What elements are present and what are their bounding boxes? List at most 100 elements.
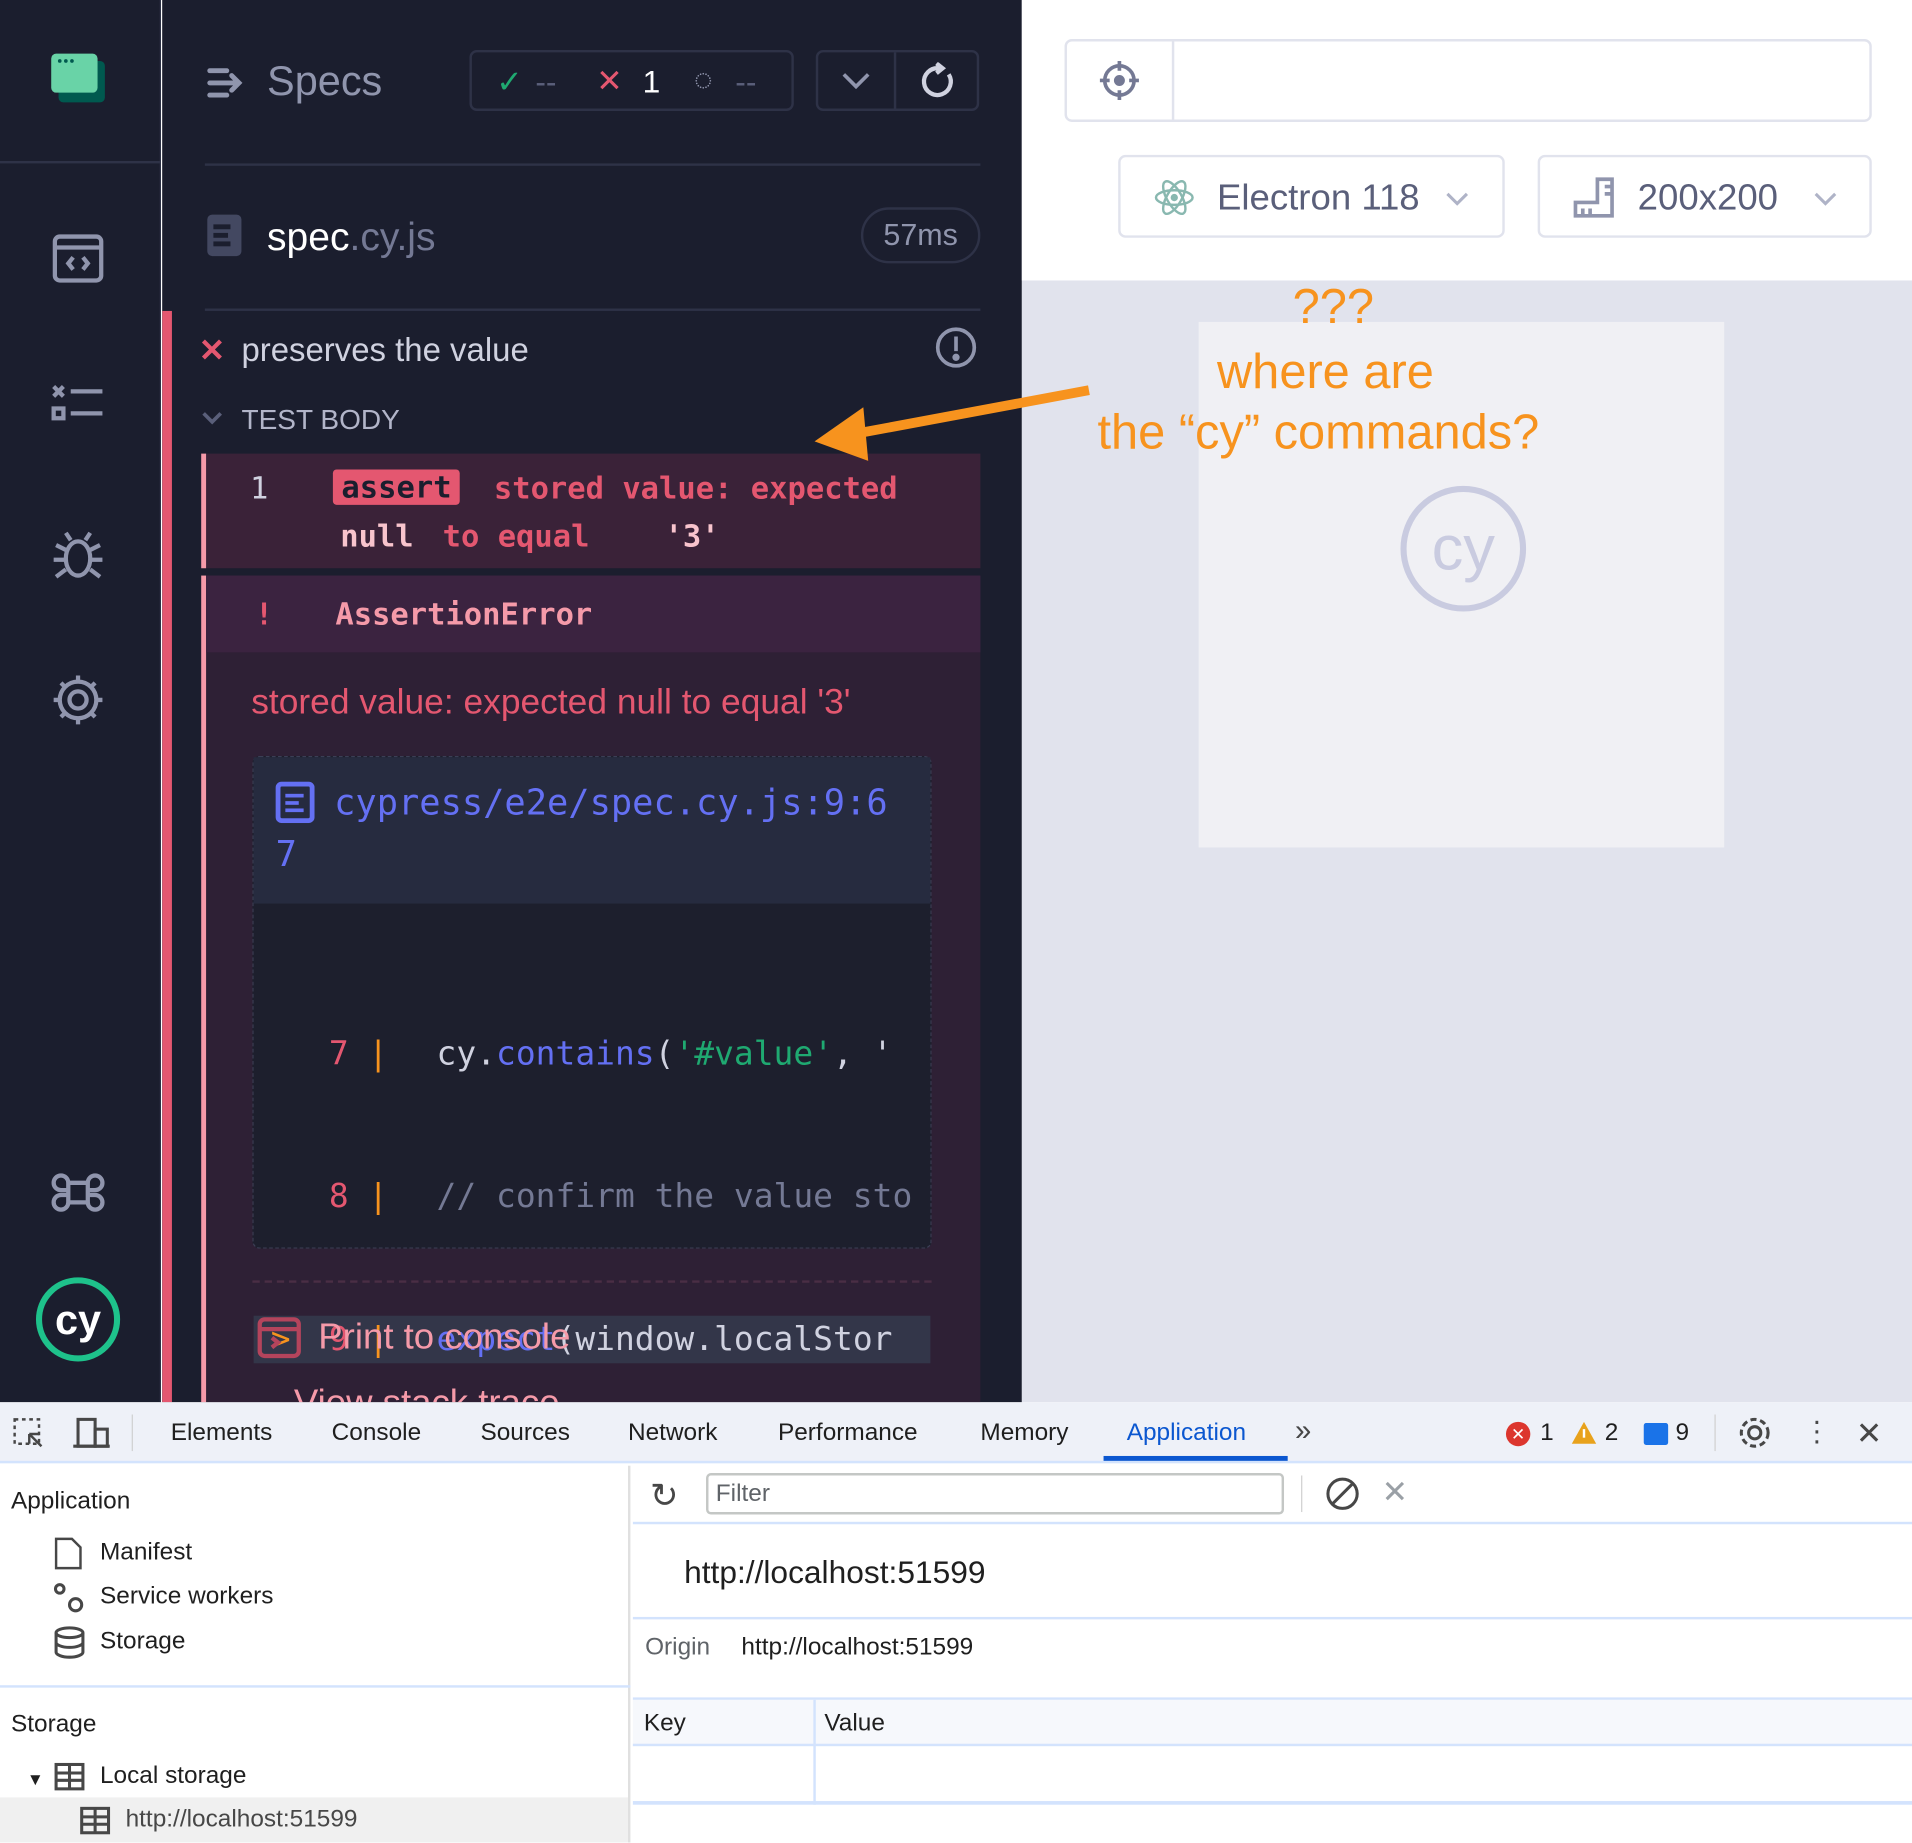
debug-nav-icon[interactable] [49,526,108,585]
viewport-select[interactable]: 200x200 [1537,154,1872,238]
code-token: contains [496,1035,655,1074]
storage-origin-title: http://localhost:51599 [684,1553,986,1591]
assert-command[interactable]: 1 assert stored value: expected null to … [201,453,981,569]
aut-header: Electron 118 200x200 [1021,0,1912,281]
app-under-test-panel: Electron 118 200x200 cy ??? where are th… [1021,0,1912,1403]
column-header-value[interactable]: Value [824,1710,885,1738]
inspect-element-icon[interactable] [12,1417,46,1458]
rerun-icon[interactable] [899,52,977,108]
section-header-storage: Storage [10,1710,97,1738]
annotation-text: ??? [1292,280,1374,335]
electron-icon [1152,176,1196,226]
code-comment: // confirm the value sto [436,1177,913,1216]
specs-list-icon[interactable] [206,63,245,108]
filter-input[interactable]: Filter [706,1473,1285,1515]
sidebar-item-selected[interactable]: http://localhost:51599 [0,1797,628,1843]
specs-nav-icon[interactable] [49,229,108,288]
chevron-down-icon[interactable] [818,52,897,109]
error-icon: ! [254,596,274,632]
console-icon[interactable] [257,1316,301,1366]
tab-console[interactable]: Console [332,1419,421,1447]
run-controls [815,49,980,111]
test-title[interactable]: preserves the value [241,332,528,370]
aut-iframe[interactable]: cy [1198,321,1725,848]
specs-title[interactable]: Specs [267,59,382,107]
code-line: 8 |// confirm the value sto [254,1173,931,1221]
divider [204,163,981,166]
spec-filename: spec.cy.js [267,215,435,260]
service-workers-icon [51,1580,88,1623]
active-tab-indicator [1103,1455,1288,1461]
test-body-label[interactable]: TEST BODY [241,404,399,437]
sidebar-item-manifest[interactable]: Manifest [100,1539,192,1567]
delete-selected-icon[interactable]: ✕ [1382,1473,1409,1511]
cypress-logo-icon[interactable]: cy [34,1275,122,1363]
refresh-icon[interactable]: ↻ [650,1475,679,1515]
clear-all-icon[interactable] [1324,1475,1361,1518]
message-count[interactable]: 9 [1675,1419,1689,1447]
sidebar-item-local-storage[interactable]: Local storage [100,1762,246,1790]
browser-select[interactable]: Electron 118 [1118,154,1505,238]
sidebar-item-storage[interactable]: Storage [100,1628,185,1656]
spec-duration: 57ms [860,207,981,264]
error-name: AssertionError [335,596,593,632]
device-toolbar-icon[interactable] [73,1417,112,1458]
runs-nav-icon[interactable] [49,377,108,436]
file-link[interactable]: cypress/e2e/spec.cy.js:9:6 [334,782,888,823]
error-count[interactable]: 1 [1540,1419,1554,1447]
selector-playground-icon[interactable] [1067,41,1175,120]
message-icon[interactable] [1643,1423,1669,1445]
expand-triangle-icon[interactable]: ▼ [27,1769,44,1789]
table-icon [79,1806,111,1841]
command-number: 1 [249,470,269,507]
section-header-application: Application [10,1487,131,1515]
command-message: to equal [442,518,590,554]
tab-sources[interactable]: Sources [480,1419,569,1447]
chevron-down-icon[interactable] [201,410,223,432]
failed-icon: ✕ [596,62,623,99]
file-link-wrap[interactable]: 7 [276,833,297,874]
error-message: stored value: expected null to equal '3' [251,682,851,722]
local-storage-view: ↻ Filter ✕ http://localhost:51599 Origin… [632,1466,1912,1843]
code-token: ( [654,1035,675,1074]
error-icon[interactable]: ✕ [1505,1421,1531,1447]
cypress-placeholder-logo-icon: cy [1399,484,1528,619]
pending-count: -- [735,63,757,100]
code-token: '#value' [674,1035,834,1074]
tab-performance[interactable]: Performance [778,1419,918,1447]
failed-test-bar [162,310,172,1403]
annotation-arrow-icon [814,385,1090,461]
warning-count[interactable]: 2 [1605,1419,1619,1447]
test-stats: ✓ -- ✕ 1 ◌ -- [469,49,794,111]
command-message: stored value: expected [493,470,898,507]
tab-application[interactable]: Application [1127,1419,1246,1447]
warning-icon[interactable] [1571,1421,1598,1453]
more-tabs-icon[interactable]: » [1295,1415,1311,1449]
settings-icon[interactable] [1736,1415,1773,1459]
annotation-text: the “cy” commands? [1097,406,1540,460]
view-stack-trace-button[interactable]: View stack trace [294,1383,560,1403]
svg-text:cy: cy [1432,513,1496,583]
print-to-console-button[interactable]: Print to console [318,1317,570,1358]
divider [204,308,981,311]
tab-network[interactable]: Network [628,1419,717,1447]
code-token: , ' [833,1035,893,1074]
column-header-key[interactable]: Key [644,1710,686,1738]
more-options-icon[interactable]: · · · [1805,1407,1829,1456]
code-frame: cypress/e2e/spec.cy.js:9:6 7 7 | cy.contai… [252,756,932,1364]
browser-name: Electron 118 [1216,178,1420,219]
error-info-icon[interactable] [934,326,978,376]
sidebar-item-service-workers[interactable]: Service workers [100,1583,273,1611]
settings-nav-icon[interactable] [49,671,108,730]
nav-divider [0,160,161,164]
divider [0,1685,631,1688]
keyboard-shortcuts-icon[interactable] [49,1163,108,1222]
line-number: 8 [328,1177,349,1216]
app-logo-icon[interactable] [49,49,108,108]
code-line: 7 | cy.contains('#value', ' [254,1030,931,1078]
manifest-icon [54,1536,83,1576]
tab-memory[interactable]: Memory [980,1419,1068,1447]
close-devtools-icon[interactable]: ✕ [1856,1415,1883,1453]
tab-elements[interactable]: Elements [171,1419,273,1447]
viewport-size: 200x200 [1637,178,1779,219]
